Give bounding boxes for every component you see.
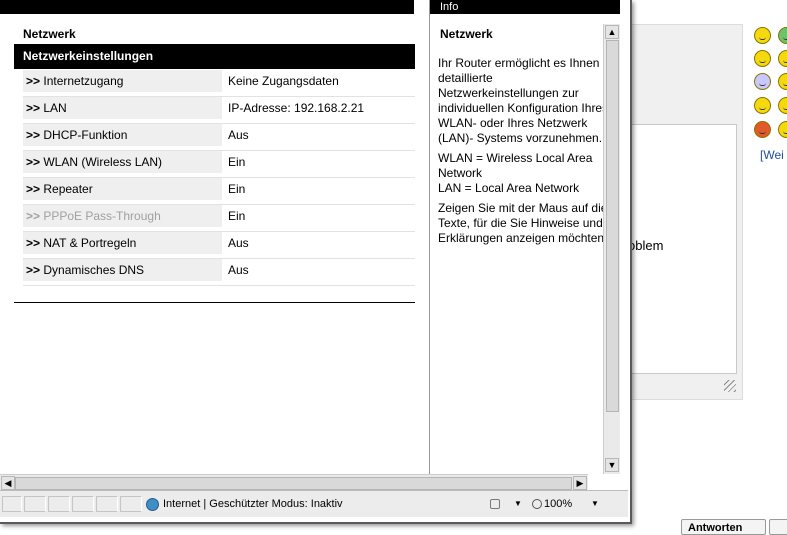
info-text: Ihr Router ermöglicht es Ihnen detaillie…: [438, 56, 608, 251]
status-cell: [48, 496, 70, 512]
horizontal-scrollbar[interactable]: ◀ ▶: [0, 474, 588, 491]
zoom-control[interactable]: 100%: [532, 496, 572, 512]
smiley-icon[interactable]: [778, 121, 787, 138]
lock-icon[interactable]: [490, 499, 500, 509]
chevron-down-icon[interactable]: ▼: [514, 499, 522, 508]
more-smileys-link[interactable]: [Wei: [760, 148, 784, 162]
divider: [14, 302, 415, 303]
scroll-left-icon[interactable]: ◀: [1, 476, 15, 490]
textarea-content: oblem: [628, 238, 664, 253]
vertical-scrollbar[interactable]: ▲ ▼: [603, 24, 620, 474]
setting-link-dhcp[interactable]: >> DHCP-Funktion: [23, 124, 222, 146]
table-row: >> DHCP-Funktion Aus: [23, 124, 415, 151]
smiley-icon[interactable]: [778, 27, 787, 44]
table-row: >> LAN IP-Adresse: 192.168.2.21: [23, 97, 415, 124]
status-bar: Internet | Geschützter Modus: Inaktiv ▼ …: [0, 490, 628, 517]
settings-pane: Netzwerk Netzwerkeinstellungen >> Intern…: [0, 0, 429, 474]
section-title: Netzwerk: [23, 27, 76, 41]
smiley-icon[interactable]: [754, 121, 771, 138]
scroll-right-icon[interactable]: ▶: [573, 476, 587, 490]
table-row: >> WLAN (Wireless LAN) Ein: [23, 151, 415, 178]
setting-value: Aus: [228, 128, 249, 142]
info-paragraph: Zeigen Sie mit der Maus auf die Texte, f…: [438, 201, 608, 245]
smiley-icon[interactable]: [778, 73, 787, 90]
table-header: Netzwerkeinstellungen: [14, 44, 415, 69]
setting-value: Aus: [228, 263, 249, 277]
setting-value: Aus: [228, 236, 249, 250]
status-cell: [2, 496, 22, 512]
status-cell: [96, 496, 118, 512]
info-paragraph: Ihr Router ermöglicht es Ihnen detaillie…: [438, 56, 609, 145]
reply-button[interactable]: Antworten: [681, 519, 766, 535]
setting-link-nat[interactable]: >> NAT & Portregeln: [23, 232, 222, 254]
settings-table: >> Internetzugang Keine Zugangsdaten >> …: [23, 70, 415, 286]
security-zone[interactable]: Internet | Geschützter Modus: Inaktiv: [146, 496, 343, 512]
setting-link-lan[interactable]: >> LAN: [23, 97, 222, 119]
preview-button[interactable]: [769, 519, 787, 535]
scroll-up-icon[interactable]: ▲: [605, 25, 619, 39]
zoom-icon: [532, 499, 542, 510]
setting-link-ddns[interactable]: >> Dynamisches DNS: [23, 259, 222, 281]
header-bar: [0, 0, 414, 14]
scrollbar-thumb[interactable]: [606, 40, 619, 412]
status-cell: [120, 496, 142, 512]
setting-link-internetzugang[interactable]: >> Internetzugang: [23, 70, 222, 92]
smiley-icon[interactable]: [778, 97, 787, 114]
router-config-window: Netzwerk Netzwerkeinstellungen >> Intern…: [0, 0, 632, 524]
globe-icon: [146, 497, 159, 511]
scroll-down-icon[interactable]: ▼: [605, 458, 619, 472]
info-pane: Info Netzwerk Ihr Router ermöglicht es I…: [429, 0, 620, 474]
status-cell: [72, 496, 94, 512]
table-row: >> PPPoE Pass-Through Ein: [23, 205, 415, 232]
smiley-icon[interactable]: [754, 73, 771, 90]
smiley-icon[interactable]: [754, 50, 771, 67]
smiley-icon[interactable]: [754, 97, 771, 114]
setting-value: IP-Adresse: 192.168.2.21: [228, 101, 365, 115]
setting-value: Ein: [228, 209, 246, 223]
setting-value: Keine Zugangsdaten: [228, 74, 339, 88]
setting-value: Ein: [228, 155, 246, 169]
table-row: >> Dynamisches DNS Aus: [23, 259, 415, 286]
setting-link-repeater[interactable]: >> Repeater: [23, 178, 222, 200]
table-row: >> Internetzugang Keine Zugangsdaten: [23, 70, 415, 97]
setting-link-pppoe: >> PPPoE Pass-Through: [23, 205, 222, 227]
chevron-down-icon[interactable]: ▼: [591, 499, 599, 508]
status-cell: [24, 496, 46, 512]
info-title: Netzwerk: [440, 27, 493, 41]
table-row: >> NAT & Portregeln Aus: [23, 232, 415, 259]
setting-link-wlan[interactable]: >> WLAN (Wireless LAN): [23, 151, 222, 173]
resize-handle-icon[interactable]: [724, 380, 736, 392]
smiley-icon[interactable]: [754, 27, 771, 44]
table-row: >> Repeater Ein: [23, 178, 415, 205]
smiley-icon[interactable]: [778, 50, 787, 67]
info-paragraph: WLAN = Wireless Local Area Network LAN =…: [438, 151, 593, 195]
setting-value: Ein: [228, 182, 246, 196]
scrollbar-thumb[interactable]: [15, 477, 572, 490]
info-titlebar: Info: [430, 0, 620, 14]
